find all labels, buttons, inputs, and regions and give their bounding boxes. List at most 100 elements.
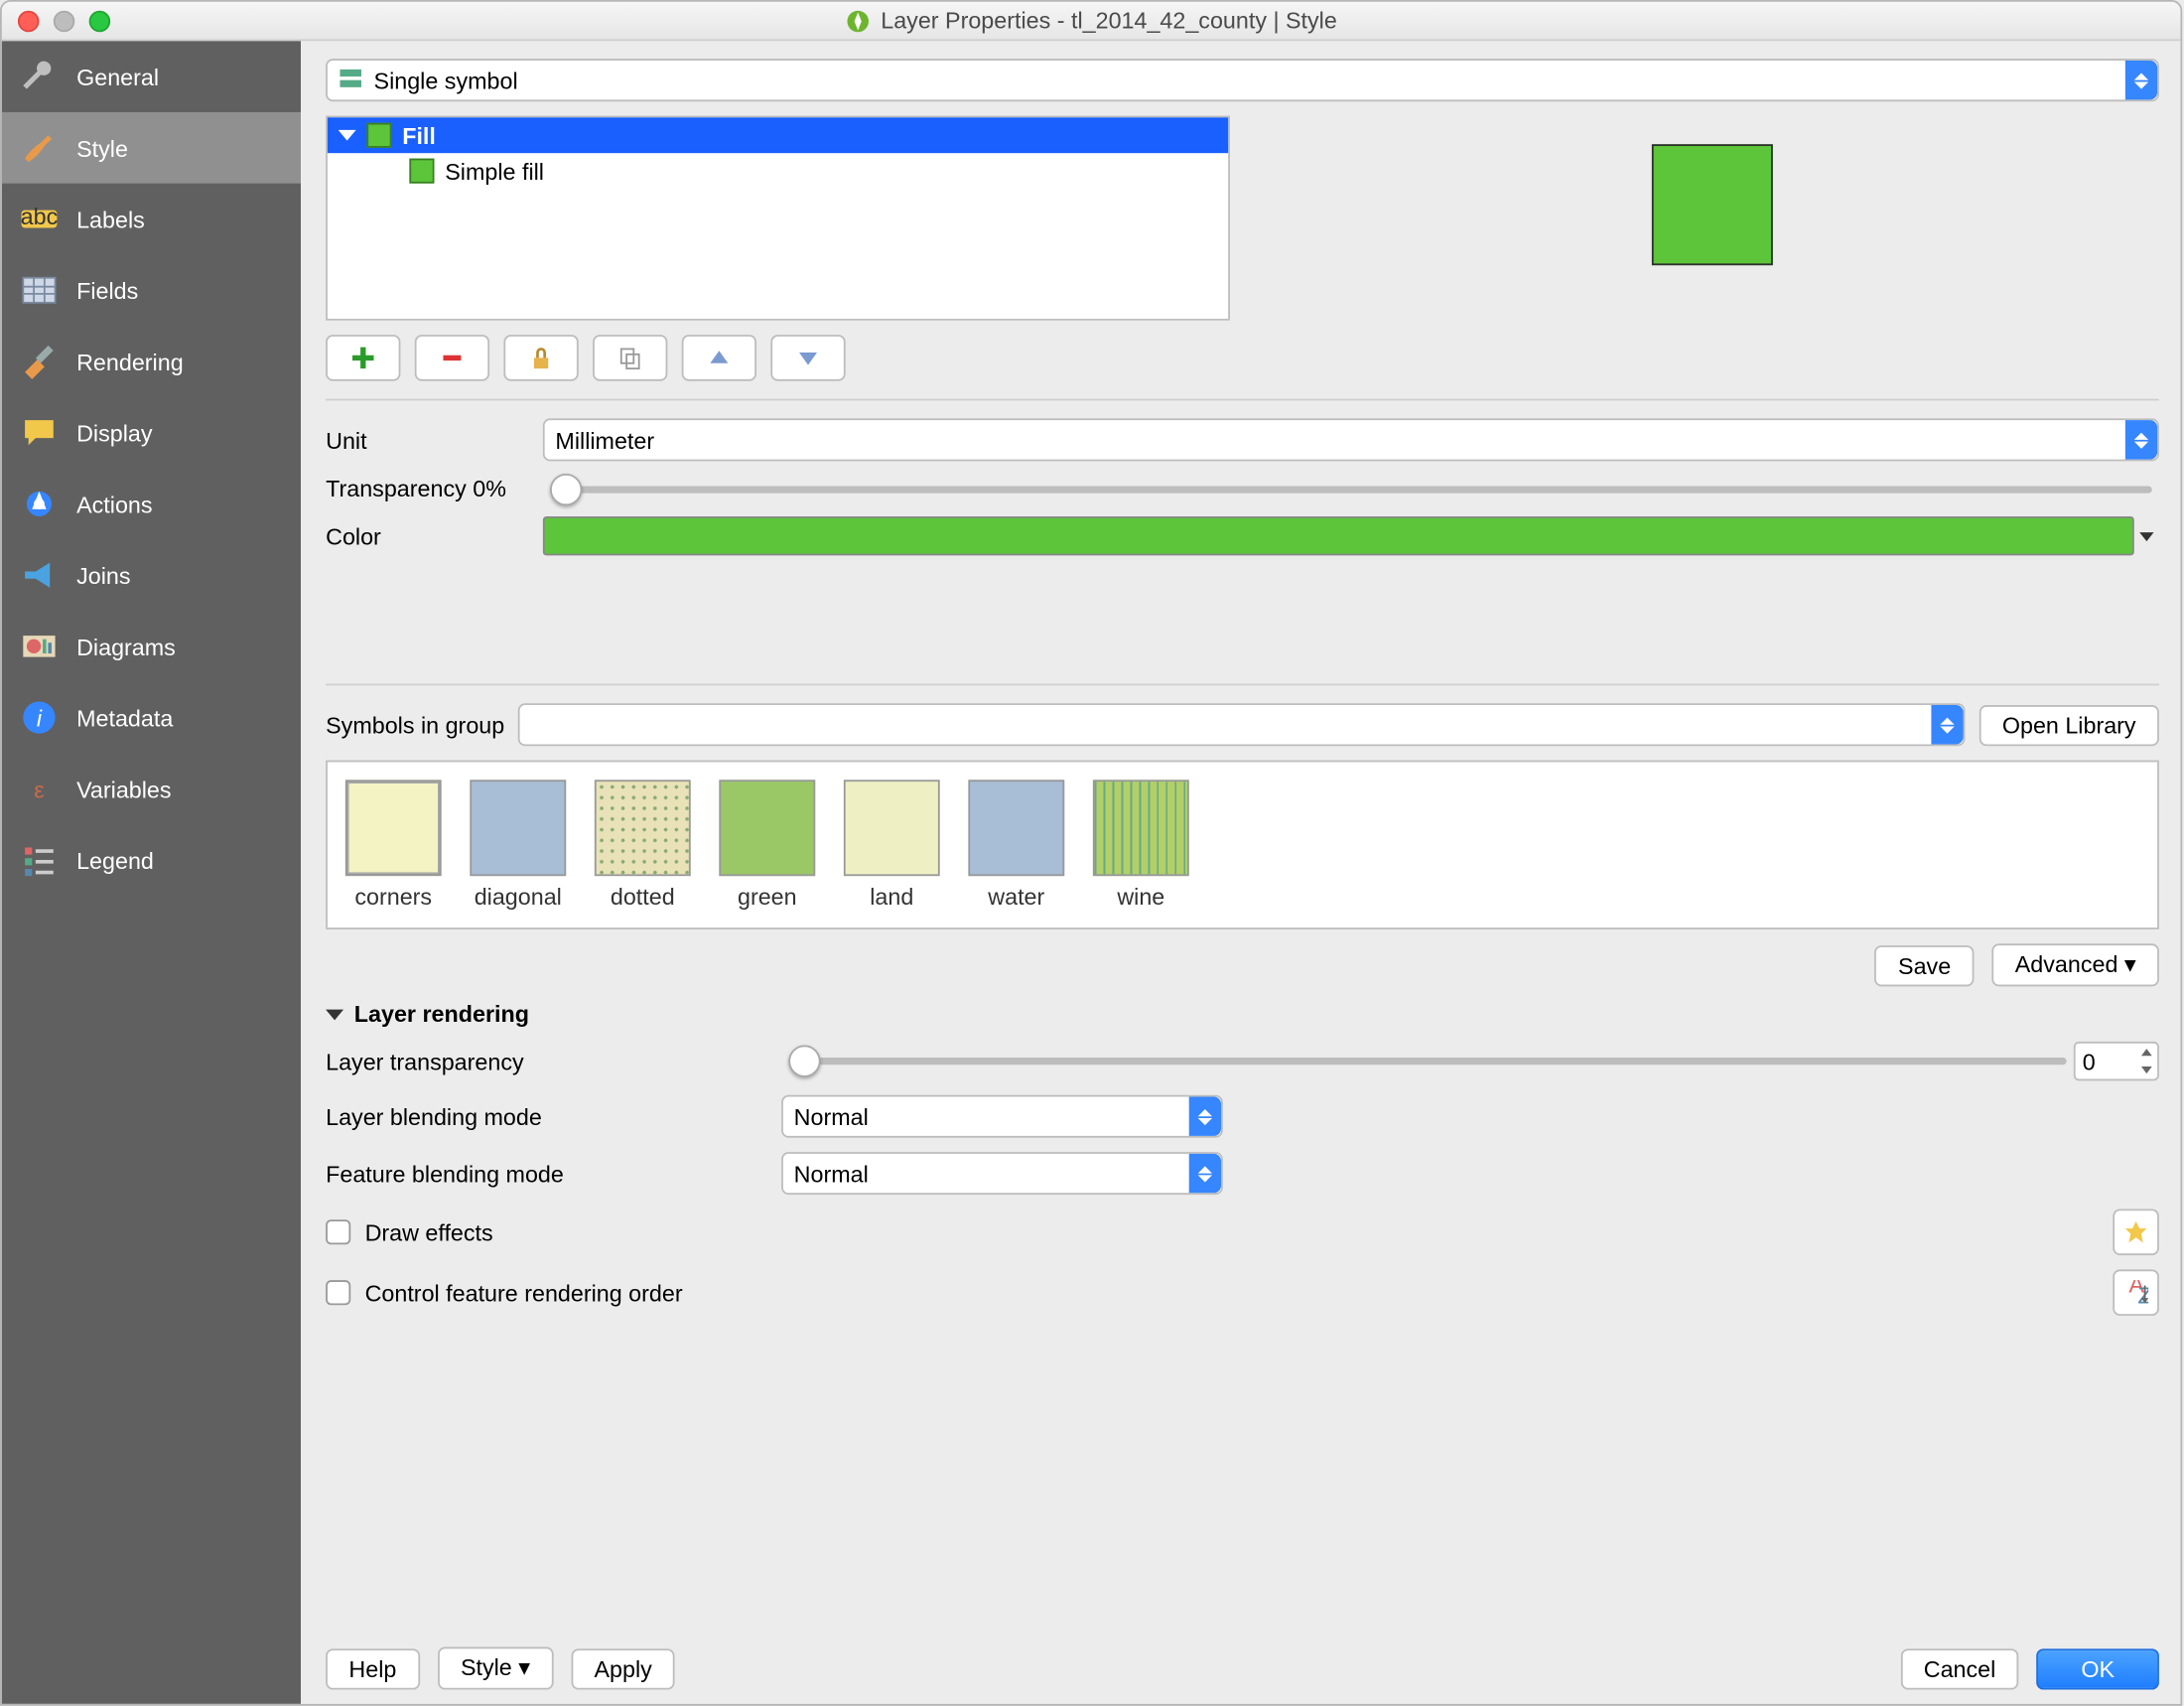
symbol-preset-corners[interactable]: corners (345, 780, 442, 910)
qgis-icon (845, 8, 870, 33)
fill-swatch-icon (409, 159, 434, 184)
cancel-button[interactable]: Cancel (1900, 1647, 2018, 1688)
tree-row-fill[interactable]: Fill (328, 117, 1228, 153)
unit-row: Unit Millimeter (326, 418, 2159, 461)
color-picker[interactable] (543, 516, 2134, 555)
svg-text:abc: abc (21, 204, 59, 229)
preview-swatch (1652, 144, 1773, 265)
symbol-presets: corners diagonal dotted green land water… (326, 761, 2159, 929)
layer-transparency-input[interactable]: 0 (2074, 1042, 2159, 1080)
move-down-button[interactable] (770, 335, 845, 381)
layer-rendering-header[interactable]: Layer rendering (326, 1001, 2159, 1028)
draw-effects-label: Draw effects (365, 1218, 493, 1245)
unit-combo[interactable]: Millimeter (543, 418, 2159, 461)
lock-layer-button[interactable] (503, 335, 578, 381)
tree-label: Fill (402, 122, 436, 149)
ok-button[interactable]: OK (2037, 1647, 2159, 1688)
save-symbol-button[interactable]: Save (1875, 944, 1975, 985)
symbols-in-group-row: Symbols in group Open Library (326, 703, 2159, 746)
remove-layer-button[interactable] (415, 335, 489, 381)
symbol-label: water (988, 883, 1044, 910)
sidebar-item-label: Display (76, 419, 152, 446)
apply-button[interactable]: Apply (571, 1647, 675, 1688)
main-panel: Single symbol Fill Simple fill (301, 41, 2180, 1704)
symbol-label: dotted (611, 883, 675, 910)
symbol-preset-dotted[interactable]: dotted (595, 780, 691, 910)
draw-effects-row: Draw effects (326, 1218, 493, 1245)
sidebar-item-style[interactable]: Style (2, 112, 301, 184)
chevron-updown-icon (2125, 61, 2157, 99)
layer-blend-row: Layer blending mode Normal (326, 1095, 2159, 1138)
transparency-slider[interactable] (550, 486, 2152, 493)
sidebar-item-labels[interactable]: abc Labels (2, 184, 301, 255)
add-layer-button[interactable] (326, 335, 400, 381)
tree-row-simple-fill[interactable]: Simple fill (328, 153, 1228, 189)
symbol-preset-green[interactable]: green (719, 780, 815, 910)
open-library-button[interactable]: Open Library (1979, 704, 2159, 745)
sidebar-item-rendering[interactable]: Rendering (2, 326, 301, 397)
wrench-icon (20, 57, 59, 95)
rendering-order-button[interactable]: AZ (2113, 1269, 2159, 1316)
symbol-mode-combo[interactable]: Single symbol (326, 59, 2159, 101)
layer-blend-combo[interactable]: Normal (781, 1095, 1223, 1138)
chevron-down-icon (326, 1009, 343, 1020)
svg-text:Z: Z (2137, 1282, 2148, 1305)
style-menu-button[interactable]: Style ▾ (438, 1647, 554, 1690)
layer-transparency-value: 0 (2083, 1048, 2096, 1074)
feature-blend-value: Normal (794, 1160, 869, 1187)
sidebar-item-display[interactable]: Display (2, 397, 301, 469)
symbol-preset-wine[interactable]: wine (1093, 780, 1189, 910)
symbol-preset-diagonal[interactable]: diagonal (470, 780, 566, 910)
sidebar-item-label: Style (76, 134, 128, 161)
chevron-updown-icon (2125, 420, 2157, 459)
help-button[interactable]: Help (326, 1647, 420, 1688)
advanced-button[interactable]: Advanced ▾ (1991, 943, 2158, 986)
layer-properties-window: Layer Properties - tl_2014_42_county | S… (0, 0, 2182, 1706)
transparency-label: Transparency 0% (326, 476, 543, 502)
draw-effects-checkbox[interactable] (326, 1219, 350, 1244)
section-title: Layer rendering (354, 1001, 529, 1028)
expand-icon[interactable] (339, 130, 356, 141)
chevron-down-icon[interactable] (2136, 518, 2158, 554)
sidebar-item-general[interactable]: General (2, 41, 301, 112)
sidebar-item-actions[interactable]: Actions (2, 469, 301, 540)
sidebar-item-metadata[interactable]: i Metadata (2, 682, 301, 754)
legend-icon (20, 840, 59, 879)
sidebar-item-fields[interactable]: Fields (2, 254, 301, 326)
color-label: Color (326, 522, 543, 549)
symbol-preset-land[interactable]: land (844, 780, 940, 910)
megaphone-icon (20, 555, 59, 594)
symbols-group-combo[interactable] (519, 703, 1966, 746)
brush-icon (20, 128, 59, 167)
duplicate-layer-button[interactable] (593, 335, 667, 381)
single-symbol-icon (339, 65, 363, 94)
chevron-updown-icon (1189, 1154, 1221, 1193)
control-order-row: Control feature rendering order (326, 1279, 682, 1306)
feature-blend-combo[interactable]: Normal (781, 1152, 1223, 1195)
symbol-layer-tree[interactable]: Fill Simple fill (326, 116, 1230, 321)
sidebar-item-joins[interactable]: Joins (2, 539, 301, 611)
sidebar-item-diagrams[interactable]: Diagrams (2, 611, 301, 682)
sidebar-item-legend[interactable]: Legend (2, 824, 301, 896)
layer-transparency-row: Layer transparency 0 (326, 1042, 2159, 1080)
sidebar-item-variables[interactable]: ε Variables (2, 753, 301, 824)
layer-blend-label: Layer blending mode (326, 1103, 781, 1130)
sidebar-item-label: Joins (76, 562, 130, 589)
symbols-in-group-label: Symbols in group (326, 711, 504, 738)
chevron-updown-icon (1931, 705, 1963, 744)
sidebar-item-label: Variables (76, 776, 171, 802)
layer-transparency-slider[interactable] (788, 1058, 2066, 1065)
sidebar-item-label: Actions (76, 491, 152, 517)
control-order-checkbox[interactable] (326, 1280, 350, 1305)
effects-settings-button[interactable] (2113, 1208, 2159, 1255)
sidebar-item-label: Metadata (76, 704, 173, 731)
symbol-preset-water[interactable]: water (968, 780, 1064, 910)
move-up-button[interactable] (682, 335, 756, 381)
separator (326, 684, 2159, 686)
separator (326, 399, 2159, 401)
info-icon: i (20, 698, 59, 737)
symbol-label: green (738, 883, 797, 910)
epsilon-icon: ε (20, 770, 59, 808)
dialog-footer: Help Style ▾ Apply Cancel OK (326, 1647, 2159, 1690)
symbol-mode-value: Single symbol (374, 67, 518, 93)
